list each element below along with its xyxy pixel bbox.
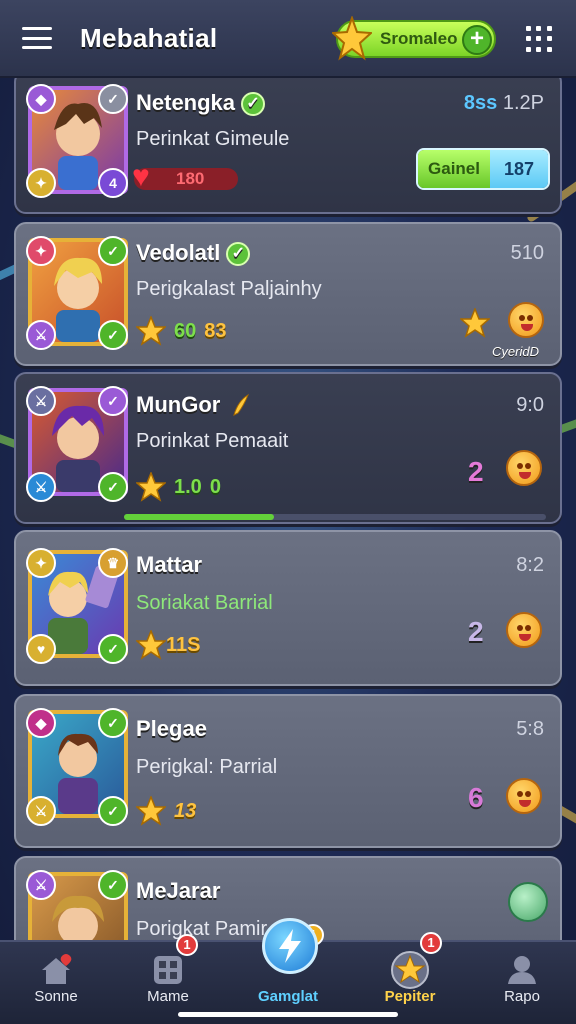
list-item[interactable]: ✦ ✓ ⚔ ✓ Vedolatl ✓ Perigkalast Paljainhy … [14,222,562,366]
stat-value: 13 [174,799,197,822]
sword-badge-icon: ⚔ [26,796,56,826]
crown-badge-icon: ♛ [98,548,128,578]
check-badge-icon: ✓ [98,796,128,826]
player-name: Plegae [136,716,207,741]
player-subtitle: Soriakat Barrial [136,592,273,614]
progress-pill[interactable]: Gainel 187 [416,148,550,190]
center-action-button[interactable] [262,918,318,974]
stat-value: 60 [174,319,197,342]
heart-badge-icon: ♥ [26,634,56,664]
check-badge-icon: ✓ [98,634,128,664]
list-item[interactable]: ⚔ ✓ ⚔ ✓ MunGor Porinkat Pemaait 9:0 1.0 … [14,372,562,524]
check-badge-icon: ✓ [98,870,128,900]
star-icon [136,472,166,502]
player-score: 8:2 [516,554,544,576]
rank-badge-icon: ◆ [26,84,56,114]
emoji-icon[interactable] [508,882,548,922]
player-name: Netengka ✓ [136,90,266,117]
player-score: 5:8 [516,718,544,740]
nav-item-rapo[interactable]: Rapo [472,942,572,1024]
notification-badge: 1 [420,932,442,954]
player-subtitle: Perigkalast Paljainhy [136,278,322,300]
progress-fill [124,514,274,520]
sword-badge-icon: ⚔ [26,870,56,900]
list-item[interactable]: ✦ ♛ ♥ ✓ Mattar Soriakat Barrial 8:2 11S … [14,530,562,686]
nav-item-home[interactable]: Sonne [6,942,106,1024]
verified-icon: ✓ [226,242,251,267]
stat-row: 1.0 0 [136,472,221,502]
star-icon [136,796,166,826]
notification-badge: 1 [176,934,198,956]
player-subtitle: Perigkal: Parrial [136,756,278,778]
emoji-icon[interactable] [506,778,542,814]
grid-icon [154,956,182,984]
rank-number: 2 [468,456,484,487]
medal-badge-icon: ✦ [26,168,56,198]
list-item[interactable]: ◆ ✓ ✦ 4 Netengka ✓ Perinkat Gimeule 8ss 1… [14,70,562,214]
player-name: Vedolatl ✓ [136,240,251,267]
check-badge-icon: ✓ [98,708,128,738]
rank-number: 2 [468,616,484,647]
emoji-icon[interactable] [506,450,542,486]
profile-icon [508,956,536,984]
verified-icon: ✓ [241,92,266,117]
stat-value: 11S [166,633,201,656]
list-item[interactable]: ◆ ✓ ⚔ ✓ Plegae Perigkal: Parrial 5:8 13 … [14,694,562,848]
player-subtitle: Porigkat Pamir [136,918,268,940]
gem-badge-icon: ◆ [26,708,56,738]
sword-badge-icon: ⚔ [26,386,56,416]
stat-row: 11S [136,630,200,660]
player-score: 510 [510,242,544,264]
player-subtitle: Porinkat Pemaait [136,430,289,452]
stat-row: 60 83 [136,316,227,346]
sword-badge-icon: ⚔ [26,472,56,502]
top-bar: Mebahatial Sromaleo + [0,0,576,78]
player-name: MeJarar [136,878,221,903]
player-name: MunGor [136,392,252,419]
currency-pill[interactable]: Sromaleo + [332,16,496,61]
heart-icon: ♥ [132,160,150,193]
health-bar: ♥ 180 [132,162,238,192]
home-indicator [178,1012,398,1017]
add-currency-button[interactable]: + [462,25,492,55]
player-name: Mattar [136,552,203,577]
emoji-icon[interactable] [506,612,542,648]
stat-value: 83 [204,319,227,342]
caption-label: CyeridD [492,344,539,359]
star-icon [391,951,429,989]
star-icon [460,308,490,338]
player-score: 8ss 1.2P [463,92,544,114]
rank-badge-icon: ✦ [26,236,56,266]
sword-badge-icon: ⚔ [26,320,56,350]
menu-icon[interactable] [22,27,52,49]
star-icon [136,316,166,346]
star-icon [332,16,372,61]
player-subtitle: Perinkat Gimeule [136,128,290,150]
shield-badge-icon: ✓ [98,84,128,114]
check-badge-icon: ✓ [98,236,128,266]
rank-number: 6 [468,782,484,813]
emoji-icon[interactable] [508,302,544,338]
currency-label: Sromaleo [380,29,458,48]
check-badge-icon: ✓ [98,386,128,416]
medal-badge-icon: ✦ [26,548,56,578]
stat-row: 13 [136,796,196,826]
player-score: 9:0 [516,394,544,416]
star-icon [136,630,166,660]
stat-value: 0 [209,475,221,498]
level-badge: 4 [98,168,128,198]
check-badge-icon: ✓ [98,320,128,350]
feather-icon [233,393,250,417]
home-icon [42,954,72,984]
lightning-icon [279,929,301,963]
grid-menu-icon[interactable] [526,26,552,52]
app-title: Mebahatial [80,22,218,53]
check-badge-icon: ✓ [98,472,128,502]
stat-value: 1.0 [174,475,202,498]
